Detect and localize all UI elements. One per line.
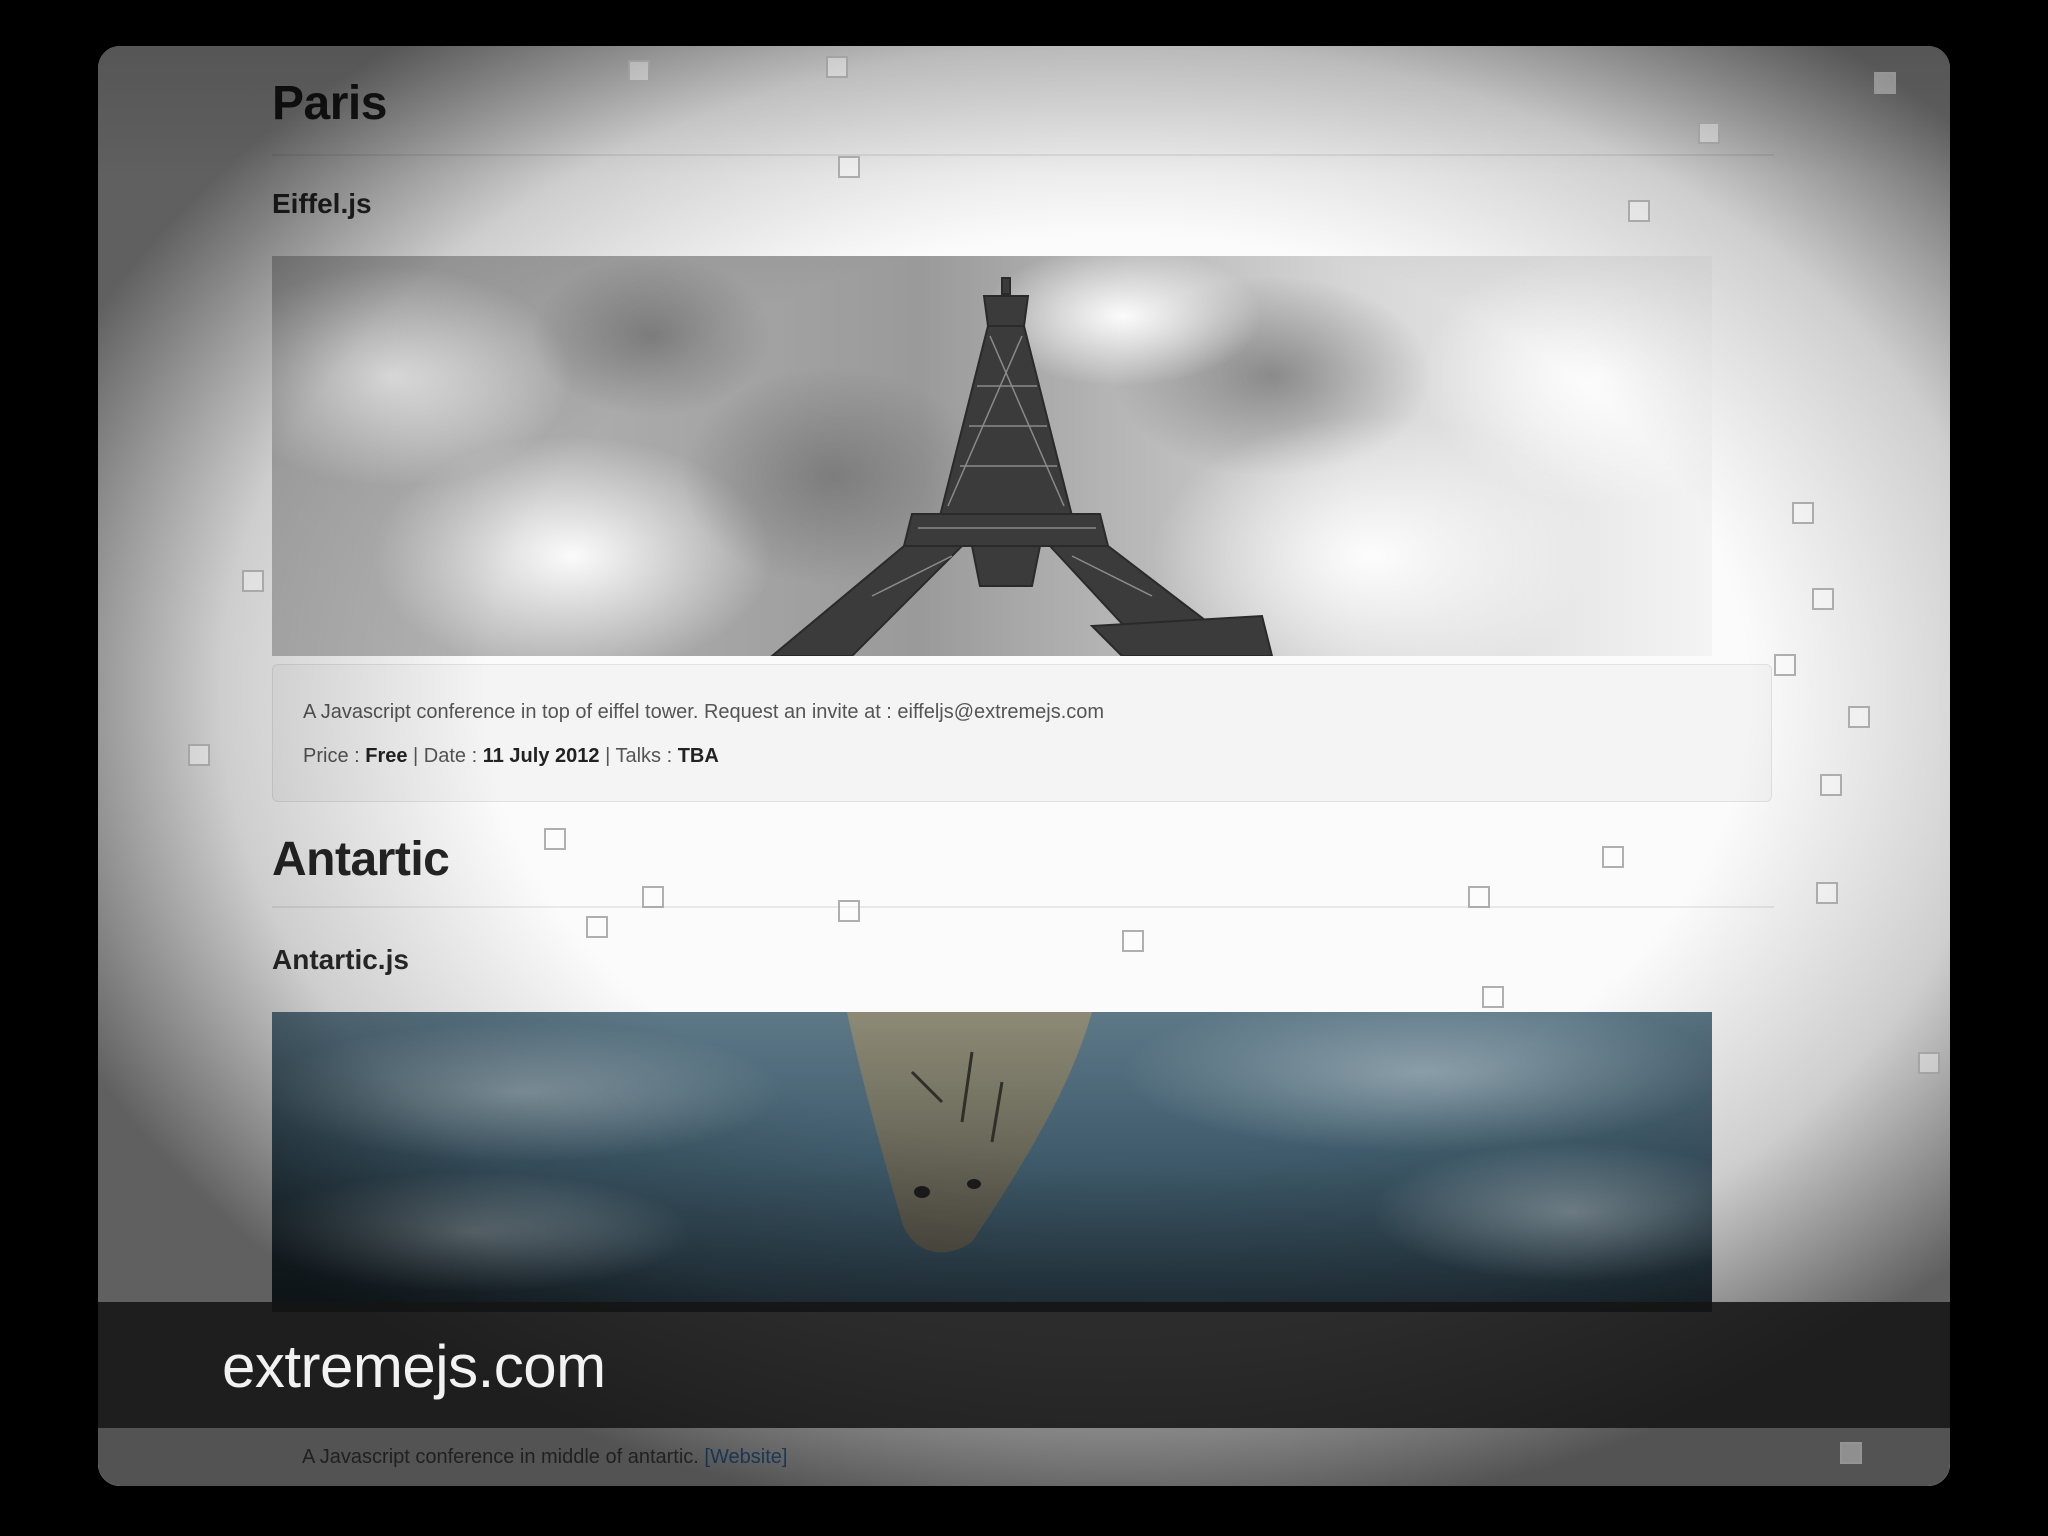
seal-image [272,1012,1712,1312]
floating-square [242,570,264,592]
seal-under-ice-photo [272,1012,1712,1312]
floating-square [1816,882,1838,904]
floating-square [1874,72,1896,94]
conference-description-antartic: A Javascript conference in middle of ant… [302,1446,787,1469]
conference-title-antartic: Antartic.js [272,944,409,975]
conference-title-eiffel: Eiffel.js [272,188,372,219]
floating-square [1698,122,1720,144]
floating-square [826,56,848,78]
floating-square [838,900,860,922]
floating-square [628,60,650,82]
talks-value: TBA [677,745,719,767]
date-label: | Date : [407,745,483,767]
antartic-description-text: A Javascript conference in middle of ant… [302,1446,705,1468]
floating-square [1482,986,1504,1008]
section-divider [272,154,1774,156]
website-link[interactable]: Website [710,1446,782,1468]
price-value: Free [365,745,408,767]
floating-square [1122,930,1144,952]
floating-square [586,916,608,938]
floating-square [1628,200,1650,222]
floating-square [838,156,860,178]
floating-square [1918,1052,1940,1074]
conference-description: A Javascript conference in top of eiffel… [303,701,1105,723]
browser-viewport: Paris Eiffel.js A Javascript conference … [98,46,1950,1486]
floating-square [1848,706,1870,728]
floating-square [188,744,210,766]
floating-square [642,886,664,908]
section-divider [272,906,1774,908]
floating-square [1774,654,1796,676]
section-title-antartic: Antartic [272,833,450,886]
talks-label: | Talks : [599,745,678,767]
caption-text: extremejs.com [222,1333,606,1400]
caption-overlay: extremejs.com [98,1302,1950,1428]
floating-square [1812,588,1834,610]
conference-info-box: A Javascript conference in top of eiffel… [272,664,1772,802]
floating-square [544,828,566,850]
floating-square [1820,774,1842,796]
link-bracket-close: ] [781,1446,788,1468]
floating-square [1840,1442,1862,1464]
date-value: 11 July 2012 [482,745,600,767]
bottom-info-box: A Javascript conference in middle of ant… [98,1428,1950,1486]
floating-square [1792,502,1814,524]
conference-meta: Price : Free | Date : 11 July 2012 | Tal… [303,745,719,768]
eiffel-tower-image [272,256,1712,656]
floating-square [1602,846,1624,868]
price-label: Price : [303,745,366,767]
floating-square [1468,886,1490,908]
eiffel-tower-photo [272,256,1712,656]
section-title-paris: Paris [272,77,387,130]
